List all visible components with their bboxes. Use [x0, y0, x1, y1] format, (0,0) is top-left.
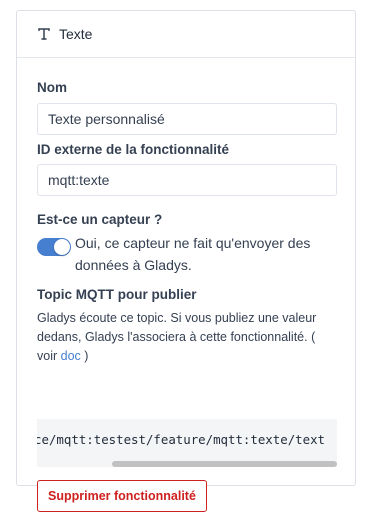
doc-link[interactable]: doc [61, 349, 81, 363]
sensor-toggle-row: Oui, ce capteur ne fait qu'envoyer des d… [37, 232, 337, 276]
sensor-label: Est-ce un capteur ? [37, 212, 163, 227]
external-id-label: ID externe de la fonctionnalité [37, 142, 230, 157]
card-title: Texte [59, 26, 93, 42]
delete-feature-button[interactable]: Supprimer fonctionnalité [37, 480, 207, 512]
mqtt-topic-label: Topic MQTT pour publier [37, 287, 197, 302]
mqtt-help-text: Gladys écoute ce topic. Si vous publiez … [37, 309, 337, 366]
feature-card: Texte Nom ID externe de la fonctionnalit… [16, 10, 356, 512]
mqtt-help-suffix: ) [80, 349, 89, 363]
code-scrollbar-thumb[interactable] [112, 461, 337, 467]
card-header: Texte [17, 11, 355, 58]
mqtt-topic-code-box[interactable]: gladys/master/device/mqtt:testest/featur… [37, 419, 337, 467]
sensor-toggle[interactable] [37, 238, 71, 256]
mqtt-topic-code: gladys/master/device/mqtt:testest/featur… [37, 432, 325, 447]
toggle-knob [54, 239, 70, 255]
sensor-toggle-text: Oui, ce capteur ne fait qu'envoyer des d… [75, 235, 311, 273]
type-icon [37, 27, 51, 41]
external-id-input[interactable] [37, 164, 337, 196]
name-label: Nom [37, 80, 67, 95]
name-input[interactable] [37, 103, 337, 135]
